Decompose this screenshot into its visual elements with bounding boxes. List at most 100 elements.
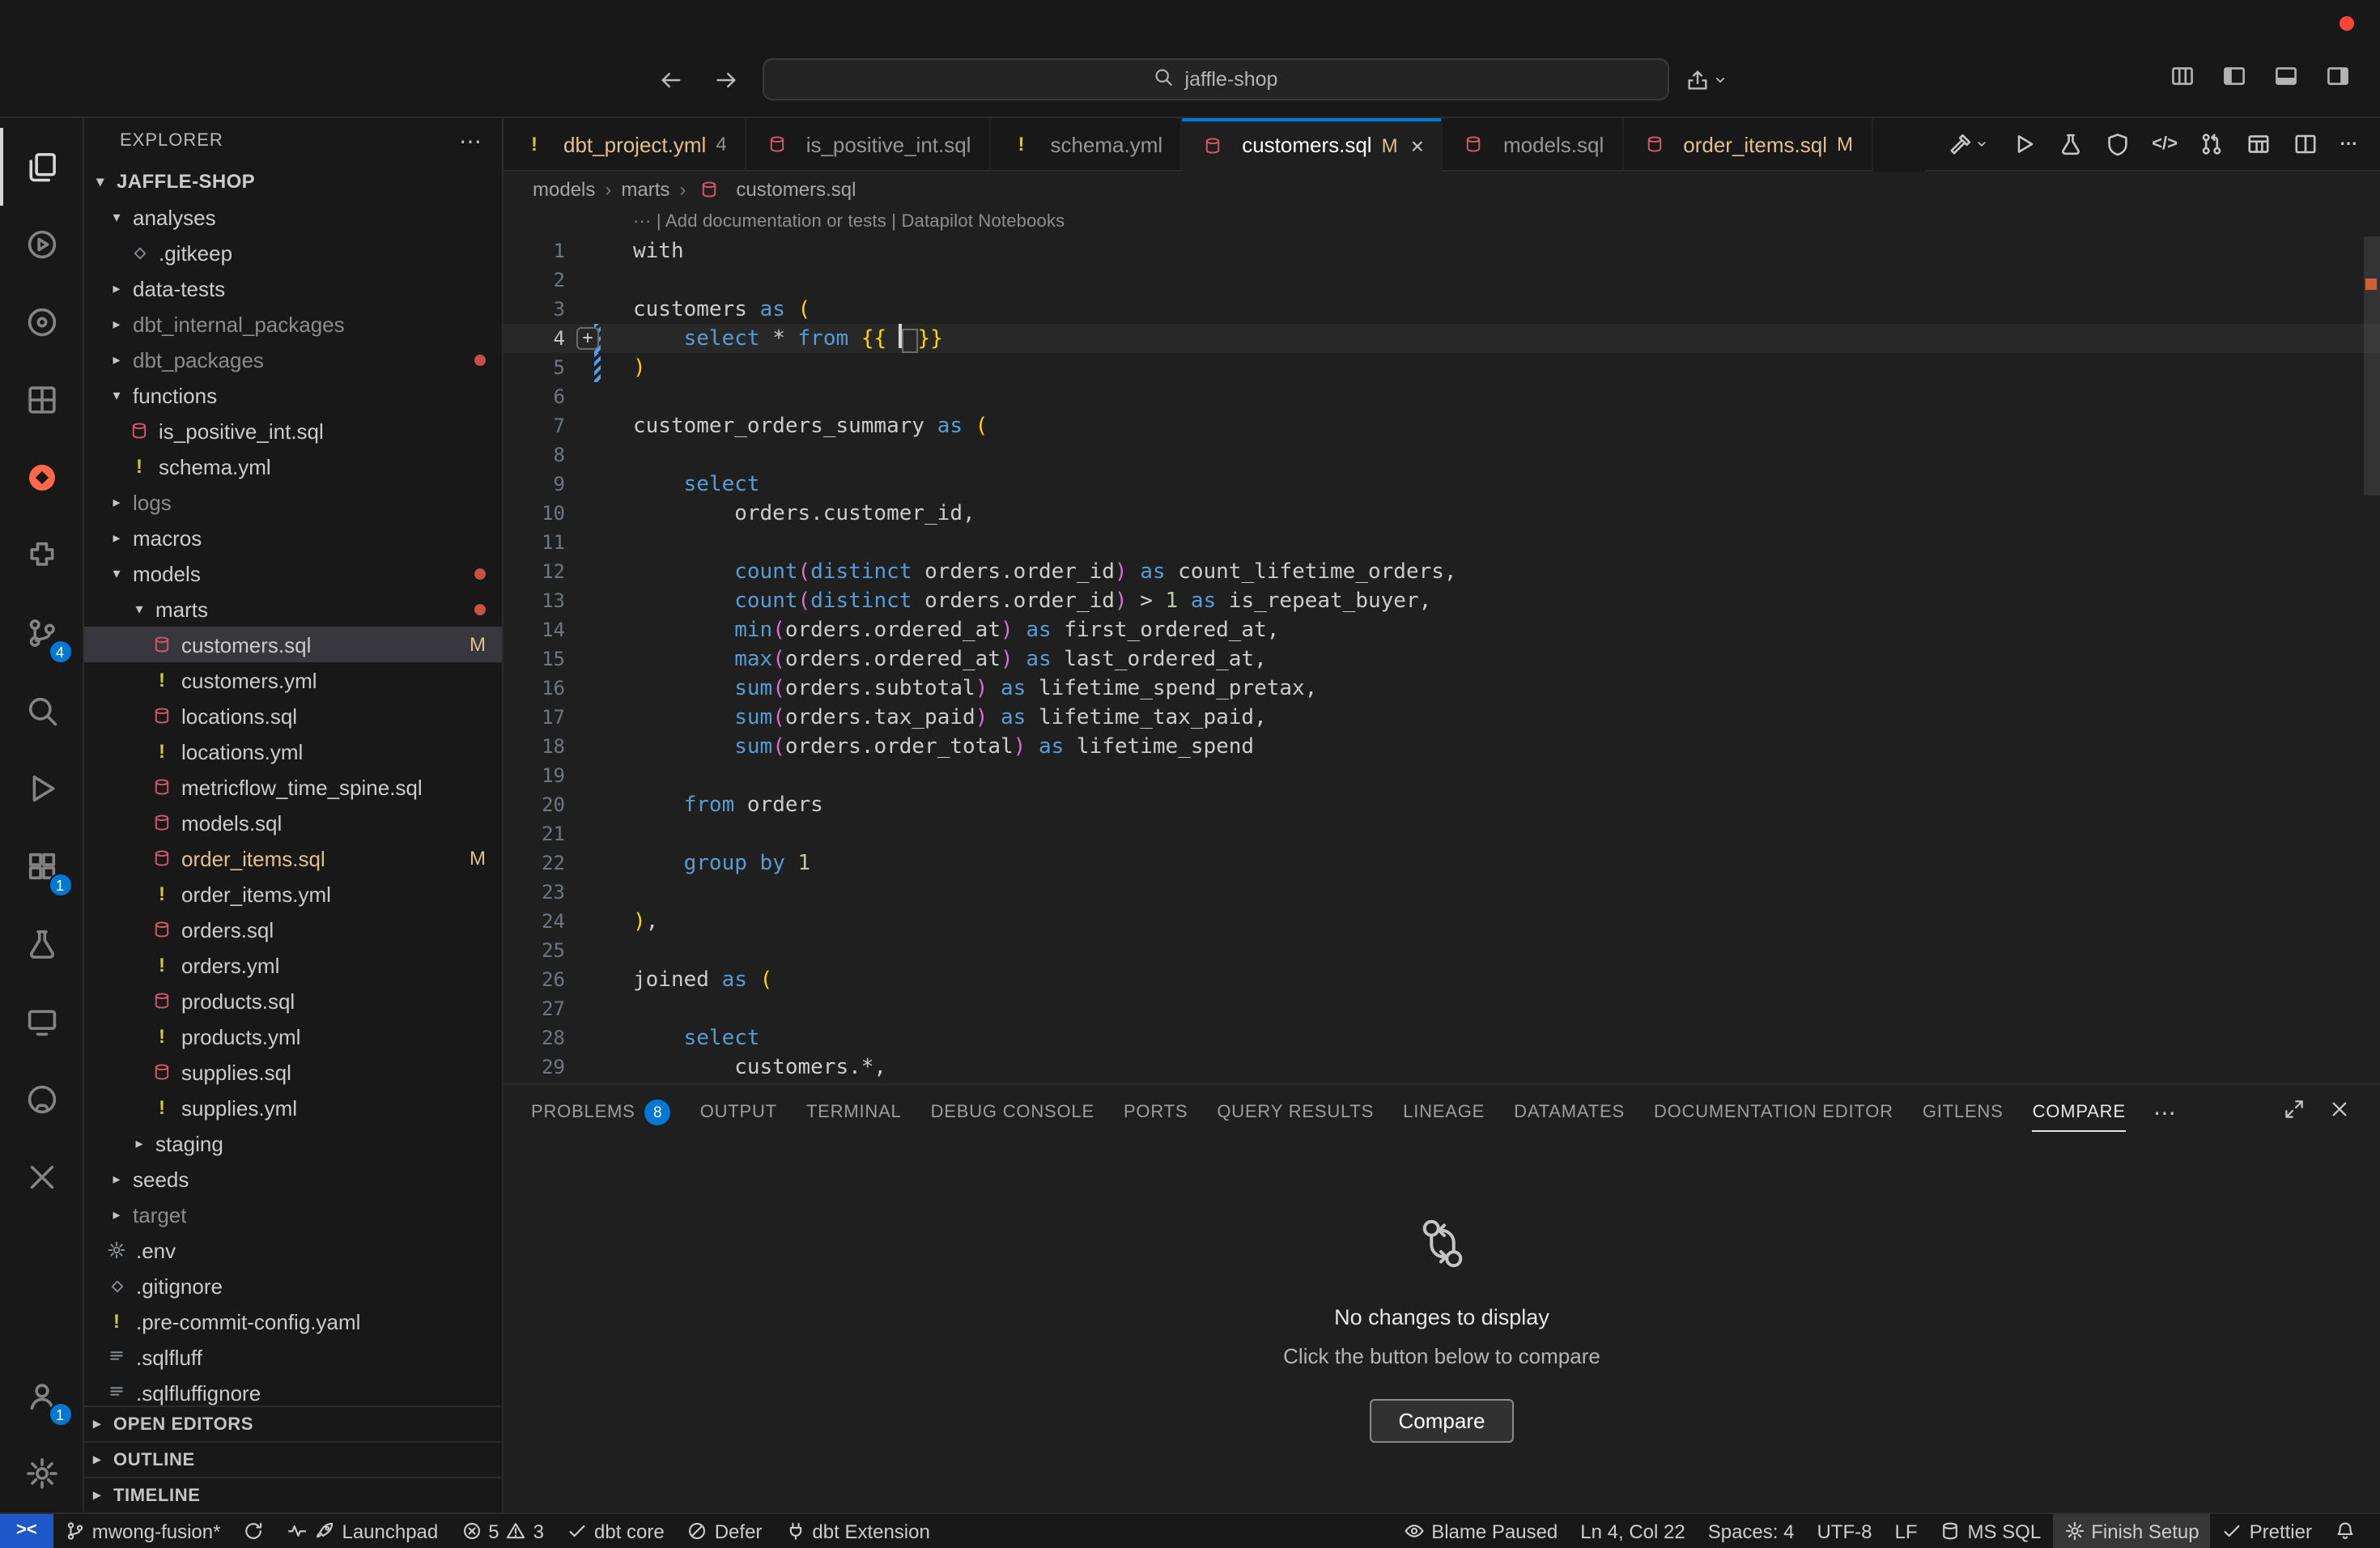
tree-item-products.sql[interactable]: products.sql [84,983,502,1019]
compiled-code-button[interactable]: </> [2152,135,2178,153]
panel-tab-gitlens[interactable]: GITLENS [1908,1085,2018,1140]
code-line-12[interactable]: 12 count(distinct orders.order_id) as co… [504,557,2380,586]
breadcrumb[interactable]: models›marts›customers.sql [504,172,2380,207]
code-line-28[interactable]: 28 select [504,1023,2380,1053]
panel-tab-problems[interactable]: PROBLEMS8 [516,1085,686,1140]
status-indentation[interactable]: Spaces: 4 [1697,1514,1806,1548]
tree-item-order_items.sql[interactable]: order_items.sqlM [84,840,502,876]
status-dbt-extension[interactable]: dbt Extension [773,1514,941,1548]
tree-item-.gitkeep[interactable]: .gitkeep [84,235,502,270]
add-action-button[interactable]: + [576,327,599,350]
run-tests-button[interactable] [2058,131,2084,157]
panel-tab-terminal[interactable]: TERMINAL [792,1085,916,1140]
activity-dbt[interactable] [0,439,83,517]
tree-item-logs[interactable]: ▸logs [84,484,502,520]
activity-puzzle[interactable] [0,517,83,594]
activity-accounts[interactable]: 1 [0,1357,83,1435]
layout-columns-button[interactable] [2170,63,2195,97]
tree-item-analyses[interactable]: ▾analyses [84,199,502,235]
code-line-26[interactable]: 26joined as ( [504,965,2380,994]
code-line-29[interactable]: 29 customers.*, [504,1053,2380,1082]
tree-item-order_items.yml[interactable]: !order_items.yml [84,876,502,912]
tree-item-dbt_packages[interactable]: ▸dbt_packages [84,342,502,377]
layout-sidebar-left-button[interactable] [2221,63,2247,97]
tree-item-seeds[interactable]: ▸seeds [84,1161,502,1197]
tab-models.sql[interactable]: models.sql [1443,118,1623,172]
code-line-9[interactable]: 9 select [504,470,2380,499]
code-lens[interactable]: ··· | Add documentation or tests | Datap… [504,207,2380,236]
validate-button[interactable] [2105,131,2131,157]
tree-item-dbt_internal_packages[interactable]: ▸dbt_internal_packages [84,306,502,342]
more-actions-button[interactable]: ⋯ [2340,135,2357,153]
breadcrumb-file[interactable]: customers.sql [695,176,856,202]
tree-item-functions[interactable]: ▾functions [84,377,502,413]
back-button[interactable] [652,60,691,99]
status-git-branch[interactable]: mwong-fusion* [53,1514,232,1548]
code-line-3[interactable]: 3customers as ( [504,295,2380,324]
tree-item-models.sql[interactable]: models.sql [84,805,502,840]
code-line-6[interactable]: 6 [504,382,2380,411]
tree-item-.sqlfluff[interactable]: .sqlfluff [84,1339,502,1375]
tree-item-.env[interactable]: .env [84,1232,502,1268]
panel-tab-debug-console[interactable]: DEBUG CONSOLE [916,1085,1109,1140]
code-line-21[interactable]: 21 [504,819,2380,848]
status-notifications[interactable] [2323,1514,2367,1548]
share-button[interactable] [1685,67,1728,91]
section-timeline[interactable]: ▸TIMELINE [84,1477,502,1512]
tab-customers.sql[interactable]: customers.sqlM× [1182,118,1443,172]
activity-run-circle[interactable] [0,206,83,283]
tree-item-target[interactable]: ▸target [84,1197,502,1232]
section-outline[interactable]: ▸OUTLINE [84,1441,502,1477]
status-cursor-position[interactable]: Ln 4, Col 22 [1569,1514,1696,1548]
code-line-7[interactable]: 7customer_orders_summary as ( [504,411,2380,440]
layout-sidebar-right-button[interactable] [2325,63,2351,97]
section-open-editors[interactable]: ▸OPEN EDITORS [84,1406,502,1441]
code-line-17[interactable]: 17 sum(orders.tax_paid) as lifetime_tax_… [504,703,2380,732]
code-line-10[interactable]: 10 orders.customer_id, [504,499,2380,528]
tree-item-is_positive_int.sql[interactable]: is_positive_int.sql [84,413,502,449]
panel-tab-output[interactable]: OUTPUT [686,1085,792,1140]
code-line-8[interactable]: 8 [504,440,2380,470]
activity-boards[interactable] [0,361,83,439]
tree-item-.pre-commit-config.yaml[interactable]: !.pre-commit-config.yaml [84,1303,502,1339]
activity-testing[interactable] [0,905,83,983]
activity-search[interactable] [0,672,83,750]
code-line-22[interactable]: 22 group by 1 [504,848,2380,878]
tree-item-models[interactable]: ▾models [84,555,502,591]
tree-item-orders.sql[interactable]: orders.sql [84,912,502,947]
tab-order_items.sql[interactable]: order_items.sqlM [1623,118,1872,172]
code-line-1[interactable]: 1with [504,236,2380,266]
editor-scrollbar[interactable] [2364,236,2380,495]
command-center-search[interactable]: jaffle-shop [762,58,1668,100]
tree-item-data-tests[interactable]: ▸data-tests [84,270,502,306]
code-line-11[interactable]: 11 [504,528,2380,557]
status-encoding[interactable]: UTF-8 [1805,1514,1883,1548]
tree-item-.gitignore[interactable]: .gitignore [84,1268,502,1303]
activity-x-tool[interactable] [0,1138,83,1216]
activity-settings-gear[interactable] [0,1435,83,1512]
code-line-5[interactable]: 5) [504,353,2380,382]
close-icon[interactable]: × [1411,132,1424,158]
tree-item-orders.yml[interactable]: !orders.yml [84,947,502,983]
panel-tab-compare[interactable]: COMPARE [2018,1085,2140,1140]
code-line-20[interactable]: 20 from orders [504,790,2380,819]
query-results-button[interactable] [2246,131,2272,157]
tab-is_positive_int.sql[interactable]: is_positive_int.sql [746,118,991,172]
status-problems[interactable]: 53 [449,1514,555,1548]
tree-item-staging[interactable]: ▸staging [84,1125,502,1161]
code-line-27[interactable]: 27 [504,994,2380,1023]
panel-tab-datamates[interactable]: DATAMATES [1499,1085,1639,1140]
code-line-16[interactable]: 16 sum(orders.subtotal) as lifetime_spen… [504,674,2380,703]
panel-tab-lineage[interactable]: LINEAGE [1388,1085,1499,1140]
status-prettier[interactable]: Prettier [2211,1514,2323,1548]
status-finish-setup[interactable]: Finish Setup [2052,1514,2210,1548]
compare-button[interactable]: Compare [1370,1398,1515,1442]
tree-item-.sqlfluffignore[interactable]: .sqlfluffignore [84,1375,502,1406]
maximize-panel-icon[interactable] [2283,1097,2306,1128]
code-line-4[interactable]: +4 select * from {{ }} [504,324,2380,353]
dbt-build-button[interactable] [1948,131,1990,157]
tree-item-supplies.yml[interactable]: !supplies.yml [84,1090,502,1125]
code-line-24[interactable]: 24), [504,907,2380,936]
activity-run-debug[interactable] [0,750,83,827]
panel-tab-ports[interactable]: PORTS [1109,1085,1202,1140]
